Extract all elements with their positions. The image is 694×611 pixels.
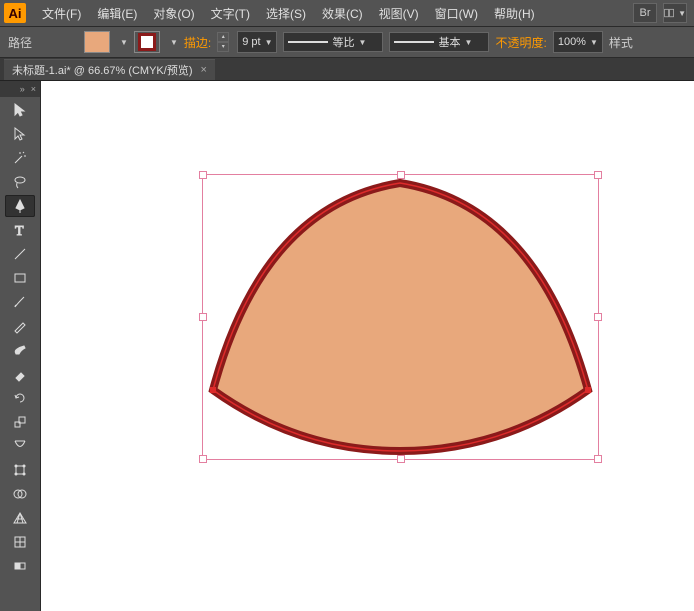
scale-tool[interactable]	[5, 411, 35, 433]
stroke-weight-field[interactable]: 9 pt▼	[237, 31, 277, 53]
stroke-swatch[interactable]	[134, 31, 160, 53]
resize-handle-tm[interactable]	[397, 171, 405, 179]
selected-path[interactable]	[203, 175, 598, 459]
tools-panel: » × T	[0, 81, 41, 611]
svg-text:T: T	[15, 224, 24, 238]
menu-edit[interactable]: 编辑(E)	[89, 5, 145, 22]
magic-wand-tool[interactable]	[5, 147, 35, 169]
selection-type-label: 路径	[8, 34, 32, 51]
menu-type[interactable]: 文字(T)	[203, 5, 258, 22]
opacity-label[interactable]: 不透明度:	[495, 34, 546, 51]
document-tab-title: 未标题-1.ai* @ 66.67% (CMYK/预览)	[12, 62, 193, 78]
chevron-down-icon[interactable]: ▼	[120, 38, 128, 47]
opacity-field[interactable]: 100%▼	[553, 31, 603, 53]
blob-brush-tool[interactable]	[5, 339, 35, 361]
menu-effect[interactable]: 效果(C)	[314, 5, 371, 22]
close-icon[interactable]: ×	[201, 64, 207, 76]
menu-bar: Ai 文件(F) 编辑(E) 对象(O) 文字(T) 选择(S) 效果(C) 视…	[0, 0, 694, 27]
arrange-docs-button[interactable]: ▼	[663, 3, 687, 23]
resize-handle-tl[interactable]	[199, 171, 207, 179]
menu-select[interactable]: 选择(S)	[258, 5, 314, 22]
rectangle-tool[interactable]	[5, 267, 35, 289]
resize-handle-rm[interactable]	[594, 313, 602, 321]
selection-tool[interactable]	[5, 99, 35, 121]
eraser-tool[interactable]	[5, 363, 35, 385]
rotate-tool[interactable]	[5, 387, 35, 409]
artboard[interactable]	[41, 81, 694, 611]
bridge-button[interactable]: Br	[633, 3, 657, 23]
chevron-down-icon[interactable]: ▼	[170, 38, 178, 47]
pencil-tool[interactable]	[5, 315, 35, 337]
resize-handle-br[interactable]	[594, 455, 602, 463]
collapse-icon[interactable]: »	[20, 84, 25, 94]
style-label[interactable]: 样式	[609, 34, 633, 51]
workspace: » × T	[0, 81, 694, 611]
stroke-label[interactable]: 描边:	[184, 34, 211, 51]
selection-bounding-box	[202, 174, 599, 460]
menu-window[interactable]: 窗口(W)	[427, 5, 486, 22]
line-tool[interactable]	[5, 243, 35, 265]
document-tab[interactable]: 未标题-1.ai* @ 66.67% (CMYK/预览) ×	[4, 59, 215, 80]
type-tool[interactable]: T	[5, 219, 35, 241]
brush-definition[interactable]: 基本▼	[389, 32, 489, 52]
variable-width-profile[interactable]: 等比▼	[283, 32, 383, 52]
menu-view[interactable]: 视图(V)	[371, 5, 427, 22]
mesh-tool[interactable]	[5, 531, 35, 553]
close-icon[interactable]: ×	[31, 84, 36, 94]
document-tabs: 未标题-1.ai* @ 66.67% (CMYK/预览) ×	[0, 58, 694, 81]
app-logo: Ai	[4, 3, 26, 23]
width-tool[interactable]	[5, 435, 35, 457]
lasso-tool[interactable]	[5, 171, 35, 193]
tools-panel-header[interactable]: » ×	[0, 81, 40, 97]
control-bar: 路径 ▼ ▼ 描边: ▴▾ 9 pt▼ 等比▼ 基本▼ 不透明度: 100%▼ …	[0, 27, 694, 58]
fill-swatch[interactable]	[84, 31, 110, 53]
chevron-down-icon: ▼	[678, 9, 686, 18]
shape-builder-tool[interactable]	[5, 483, 35, 505]
paintbrush-tool[interactable]	[5, 291, 35, 313]
menu-file[interactable]: 文件(F)	[34, 5, 89, 22]
resize-handle-bm[interactable]	[397, 455, 405, 463]
pen-tool[interactable]	[5, 195, 35, 217]
menu-object[interactable]: 对象(O)	[145, 5, 202, 22]
direct-selection-tool[interactable]	[5, 123, 35, 145]
resize-handle-tr[interactable]	[594, 171, 602, 179]
menu-help[interactable]: 帮助(H)	[486, 5, 543, 22]
perspective-grid-tool[interactable]	[5, 507, 35, 529]
resize-handle-lm[interactable]	[199, 313, 207, 321]
resize-handle-bl[interactable]	[199, 455, 207, 463]
stroke-weight-stepper[interactable]: ▴▾	[217, 32, 229, 52]
gradient-tool[interactable]	[5, 555, 35, 577]
free-transform-tool[interactable]	[5, 459, 35, 481]
canvas-area[interactable]	[41, 81, 694, 611]
